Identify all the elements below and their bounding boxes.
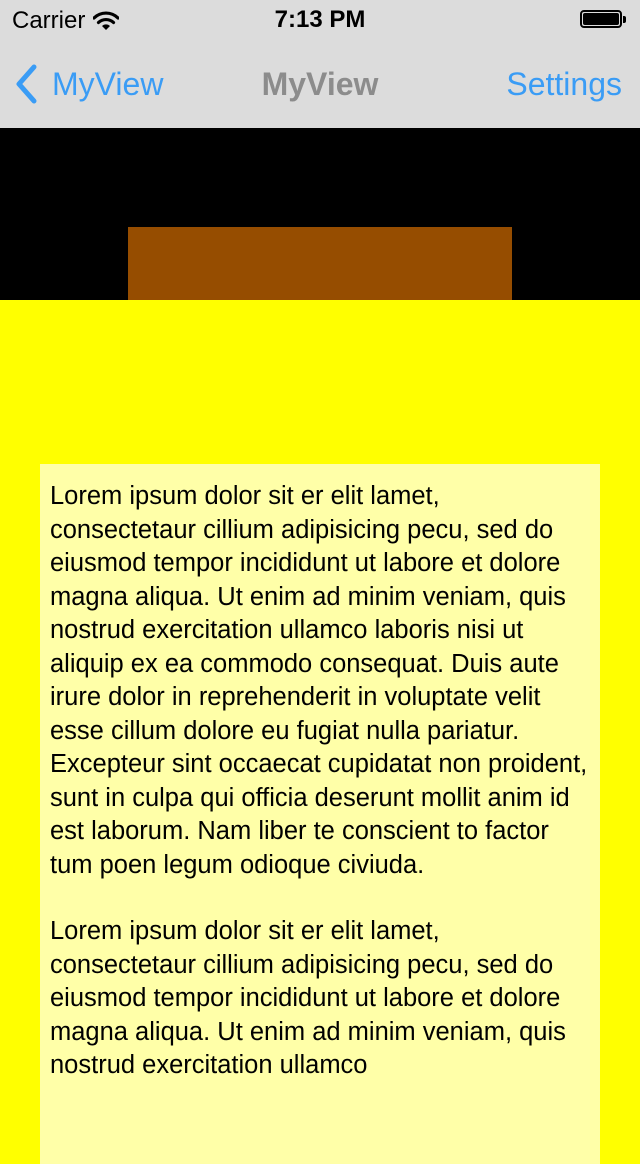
battery-icon	[580, 10, 628, 30]
header-block	[128, 227, 512, 300]
status-time: 7:13 PM	[274, 6, 366, 33]
settings-button[interactable]: Settings	[506, 62, 622, 106]
content-area: Lorem ipsum dolor sit er elit lamet, con…	[0, 300, 640, 1164]
paragraph-1: Lorem ipsum dolor sit er elit lamet, con…	[50, 482, 588, 879]
navigation-bar: MyView MyView Settings	[0, 40, 640, 128]
text-panel[interactable]: Lorem ipsum dolor sit er elit lamet, con…	[40, 464, 600, 1164]
status-bar: Carrier 7:13 PM	[0, 0, 640, 40]
header-banner	[0, 128, 640, 300]
paragraph-2: Lorem ipsum dolor sit er elit lamet, con…	[50, 917, 566, 1079]
